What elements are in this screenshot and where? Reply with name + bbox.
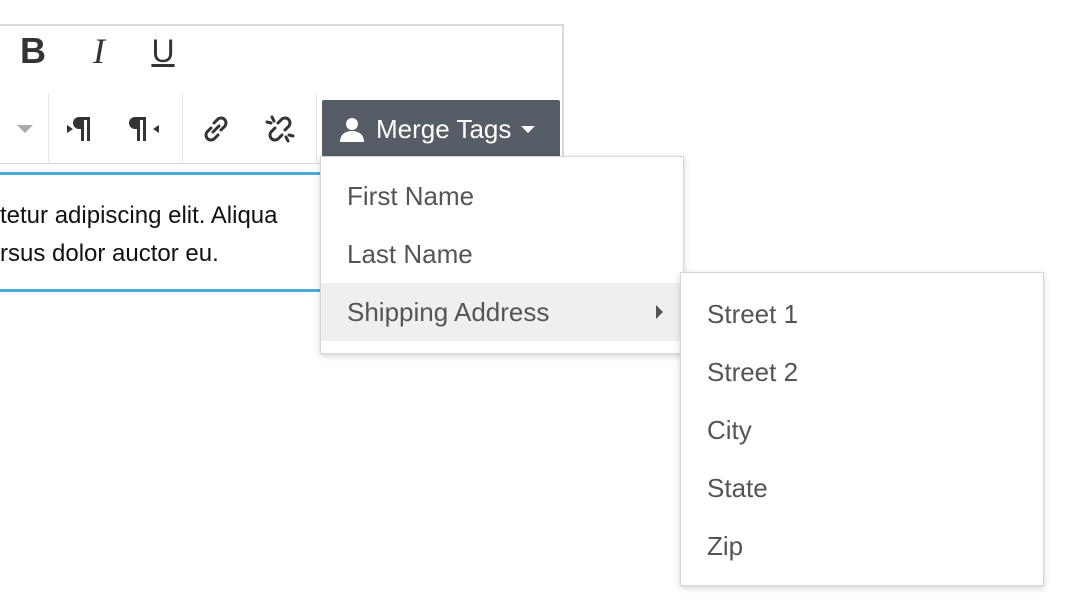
rtl-direction-button[interactable] <box>124 104 168 154</box>
merge-tags-menu: First Name Last Name Shipping Address <box>320 156 684 354</box>
underline-icon: U <box>151 32 175 69</box>
toolbar-separator <box>48 94 49 162</box>
remove-link-button[interactable] <box>258 104 302 154</box>
italic-icon: I <box>93 31 105 71</box>
paragraph-ltr-icon <box>67 117 90 141</box>
menu-item-label: Zip <box>707 530 744 561</box>
rich-text-editor-toolbar: B I U Merge Tags <box>0 24 564 164</box>
menu-item-label: Shipping Address <box>347 296 550 327</box>
format-dropdown-caret[interactable] <box>10 104 40 154</box>
bold-icon: B <box>20 30 46 71</box>
bold-button[interactable]: B <box>8 26 58 76</box>
chevron-right-icon <box>656 305 663 319</box>
paragraph-rtl-icon <box>129 117 159 141</box>
submenu-item-state[interactable]: State <box>681 459 1043 517</box>
submenu-item-city[interactable]: City <box>681 401 1043 459</box>
underline-button[interactable]: U <box>138 26 188 76</box>
menu-item-last-name[interactable]: Last Name <box>321 225 683 283</box>
submenu-item-street-2[interactable]: Street 2 <box>681 343 1043 401</box>
stage: B I U Merge Tags tetur adipiscing elit. … <box>0 0 1070 610</box>
editor-text-line: tetur adipiscing elit. Aliqua <box>0 202 278 229</box>
ltr-direction-button[interactable] <box>60 104 104 154</box>
merge-tags-label: Merge Tags <box>376 113 512 144</box>
editor-text-line: rsus dolor auctor eu. <box>0 240 219 267</box>
editor-content-area[interactable]: tetur adipiscing elit. Aliqua rsus dolor… <box>0 172 324 292</box>
menu-item-shipping-address[interactable]: Shipping Address <box>321 283 683 341</box>
menu-item-label: First Name <box>347 180 475 211</box>
caret-down-icon <box>521 125 536 133</box>
menu-item-label: City <box>707 414 752 445</box>
chevron-down-icon <box>17 125 33 133</box>
menu-item-label: State <box>707 472 768 503</box>
toolbar-separator <box>316 94 317 162</box>
menu-item-label: Last Name <box>347 238 473 269</box>
menu-item-label: Street 2 <box>707 356 799 387</box>
merge-tags-button[interactable]: Merge Tags <box>322 100 560 158</box>
submenu-item-street-1[interactable]: Street 1 <box>681 285 1043 343</box>
menu-item-first-name[interactable]: First Name <box>321 167 683 225</box>
shipping-address-submenu: Street 1 Street 2 City State Zip <box>680 272 1044 586</box>
insert-link-button[interactable] <box>194 104 238 154</box>
submenu-item-zip[interactable]: Zip <box>681 517 1043 575</box>
link-icon <box>204 116 228 142</box>
toolbar-separator <box>182 94 183 162</box>
user-icon <box>340 118 364 142</box>
menu-item-label: Street 1 <box>707 298 799 329</box>
italic-button[interactable]: I <box>74 26 124 76</box>
unlink-icon <box>265 115 295 143</box>
